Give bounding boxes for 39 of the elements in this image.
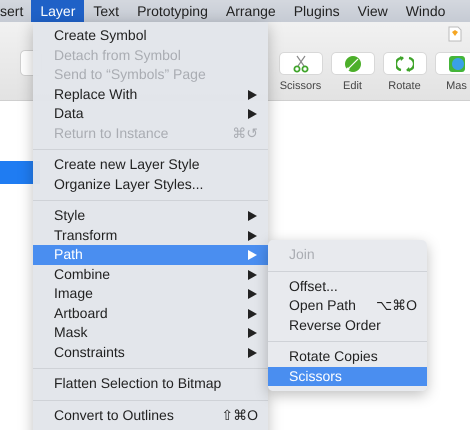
menu-item[interactable]: Combine <box>33 264 268 284</box>
menu-item[interactable]: Data <box>33 104 268 124</box>
menu-bar-item[interactable]: Arrange <box>216 0 285 22</box>
toolbar-button-label: Mas <box>446 80 467 92</box>
rotate-icon <box>396 54 414 72</box>
toolbar-button-label: Rotate <box>388 80 421 92</box>
menu-item[interactable]: Mask <box>33 323 268 342</box>
toolbar-button-label: Edit <box>343 80 362 92</box>
toolbar-button-label: Scissors <box>280 80 322 92</box>
menu-bar-item[interactable]: Windo <box>396 0 454 22</box>
menu-item[interactable]: Convert to Outlines ⇧⌘O <box>33 406 268 425</box>
menu-item[interactable]: Offset... <box>268 276 427 296</box>
menu-item[interactable]: Replace With <box>33 84 268 104</box>
menu-item[interactable]: Flatten Selection to Bitmap <box>33 374 268 394</box>
menu-item[interactable]: Style <box>33 206 268 226</box>
menu-bar-item[interactable]: Plugins <box>284 0 349 22</box>
menu-item[interactable]: Transform <box>33 226 268 245</box>
edit-icon <box>344 54 362 72</box>
menu-bar-item[interactable]: View <box>348 0 397 22</box>
menu-bar-item[interactable]: sert <box>0 0 32 22</box>
menu-item[interactable]: Image <box>33 284 268 304</box>
menu-bar-item[interactable]: Text <box>84 0 128 22</box>
menu-item[interactable]: Constraints <box>33 342 268 362</box>
menu-item[interactable]: Rotate Copies <box>268 347 427 366</box>
menu-item[interactable]: Organize Layer Styles... <box>33 174 268 194</box>
toolbar-button[interactable] <box>330 52 374 75</box>
toolbar-button[interactable] <box>434 52 470 75</box>
mask-icon <box>448 54 466 72</box>
menu-item[interactable]: Open Path ⌥⌘O <box>268 296 427 316</box>
menu-item[interactable]: Reverse Order <box>268 316 427 335</box>
scissors-icon <box>292 54 308 72</box>
menu-bar-item[interactable]: Prototyping <box>128 0 217 22</box>
menu-item[interactable]: Create Symbol <box>33 26 268 46</box>
toolbar-button[interactable] <box>382 52 426 75</box>
document-icon <box>448 26 462 42</box>
toolbar-button[interactable] <box>278 52 322 75</box>
menu-item[interactable]: Artboard <box>33 304 268 323</box>
menu-item[interactable]: Create new Layer Style <box>33 155 268 174</box>
menu-bar-item[interactable]: Layer <box>31 0 84 22</box>
